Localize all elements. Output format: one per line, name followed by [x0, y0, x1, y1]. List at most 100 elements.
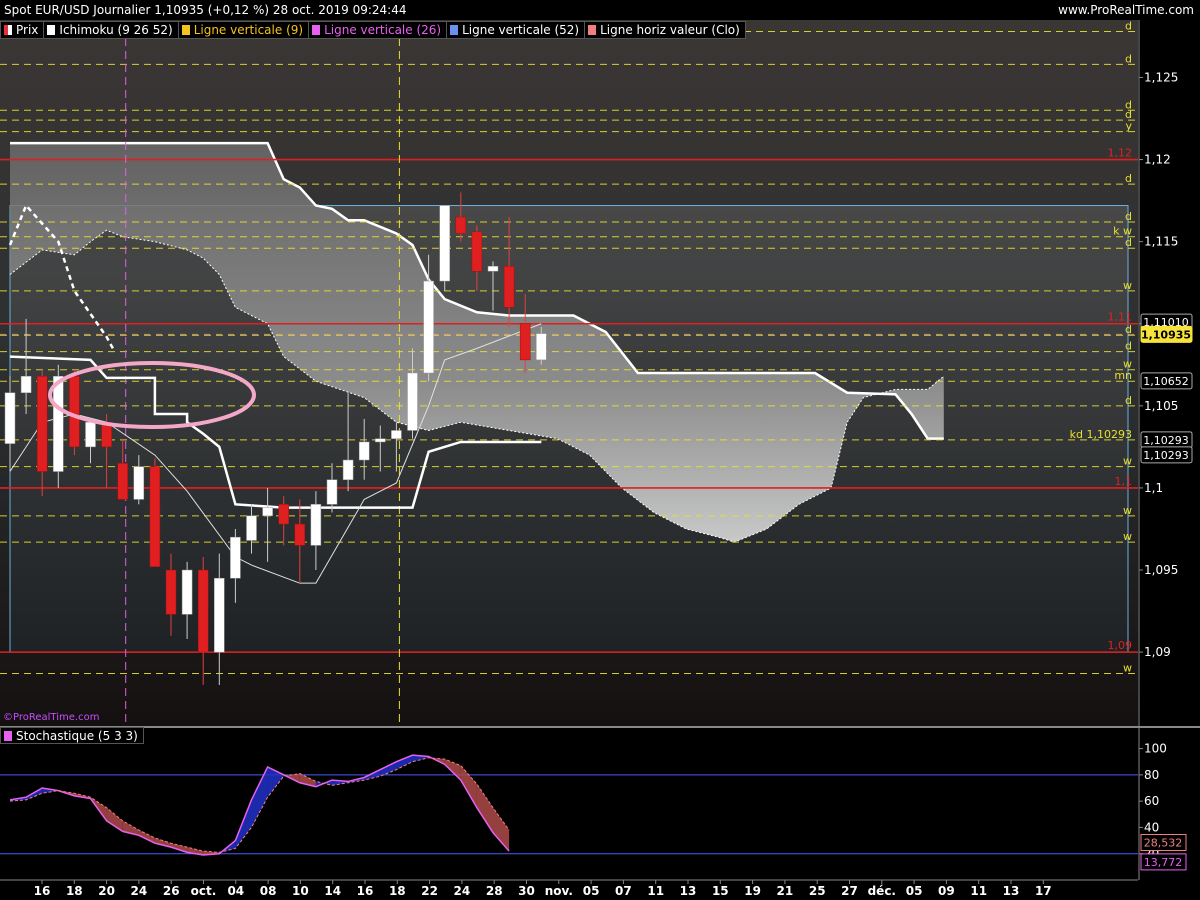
- stoch-tag-label: 28,532: [1144, 837, 1183, 850]
- x-tick-label: 13: [1003, 884, 1020, 898]
- vline9-swatch-icon: [181, 25, 190, 35]
- candle-body: [358, 441, 370, 461]
- yellow-level-label: d: [1125, 394, 1132, 407]
- yellow-level-label: kd 1,10293: [1070, 428, 1132, 441]
- ichimoku-swatch-icon: [47, 25, 56, 35]
- candle-body: [503, 266, 515, 308]
- legend-vline-26[interactable]: Ligne verticale (26): [309, 21, 448, 39]
- price-tick-label: 1,095: [1144, 563, 1178, 577]
- yellow-level-label: w: [1123, 504, 1132, 517]
- candle-body: [536, 333, 547, 361]
- candle-body: [455, 216, 467, 234]
- candle-body: [197, 569, 209, 653]
- price-tag-label: 1,10293: [1143, 449, 1189, 462]
- stoch-tick-label: 40: [1144, 820, 1159, 834]
- candle-body: [278, 504, 289, 525]
- legend-label: Ligne verticale (26): [324, 23, 442, 37]
- legend-ichimoku[interactable]: Ichimoku (9 26 52): [44, 21, 179, 39]
- yellow-level-label: d: [1125, 210, 1132, 223]
- candle-body: [4, 392, 16, 444]
- x-tick-label: 18: [389, 884, 406, 898]
- yellow-level-label: d: [1125, 52, 1132, 65]
- legend-label: Stochastique (5 3 3): [16, 728, 138, 743]
- legend-prix[interactable]: Prix: [0, 21, 45, 39]
- price-tag-label: 1,10293: [1143, 434, 1189, 447]
- vline52-swatch-icon: [450, 25, 459, 35]
- yellow-level-label: d: [1125, 19, 1132, 32]
- yellow-level-label: d: [1125, 236, 1132, 249]
- candle-body: [69, 376, 80, 448]
- legend-label: Prix: [16, 23, 39, 37]
- yellow-level-label: y: [1125, 120, 1132, 133]
- candle-body: [423, 280, 434, 374]
- x-tick-label: 30: [518, 884, 535, 898]
- x-tick-label: 28: [486, 884, 503, 898]
- stoch-tick-label: 100: [1144, 742, 1167, 756]
- x-tick-label: 05: [583, 884, 600, 898]
- x-tick-label: 20: [98, 884, 115, 898]
- yellow-level-label: d: [1125, 172, 1132, 185]
- candle-body: [85, 422, 96, 448]
- chart-canvas[interactable]: ddddyddk wdwddwmndkd 1,10293wwwwmn1,121,…: [0, 0, 1200, 900]
- yellow-level-label: mn: [1114, 369, 1132, 382]
- stoch-tag-label: 13,772: [1144, 856, 1183, 869]
- legend-vline-52[interactable]: Ligne verticale (52): [447, 21, 586, 39]
- red-level-label: 1,11: [1108, 311, 1133, 324]
- stoch-swatch-icon: [4, 730, 12, 741]
- red-level-label: 1,09: [1108, 639, 1133, 652]
- candle-body: [326, 479, 338, 505]
- x-tick-label: 18: [66, 884, 83, 898]
- horiz-swatch-icon: [588, 25, 597, 35]
- candle-body: [310, 504, 322, 546]
- candle-body: [20, 376, 32, 393]
- indicator-legend: Prix Ichimoku (9 26 52) Ligne verticale …: [0, 21, 746, 39]
- x-tick-label: 24: [454, 884, 471, 898]
- x-tick-label: 19: [744, 884, 761, 898]
- price-tick-label: 1,115: [1144, 235, 1178, 249]
- x-tick-label: 17: [1035, 884, 1052, 898]
- x-axis-background: [0, 880, 1200, 900]
- candle-body: [342, 459, 354, 480]
- x-tick-label: 08: [260, 884, 277, 898]
- stoch-tick-label: 60: [1144, 794, 1159, 808]
- header-bar: Spot EUR/USD Journalier 1,10935 (+0,12 %…: [0, 0, 1200, 20]
- brand-link[interactable]: www.ProRealTime.com: [1058, 0, 1194, 20]
- x-tick-label: 24: [131, 884, 148, 898]
- red-level-label: 1,1: [1115, 475, 1133, 488]
- candle-body: [214, 577, 225, 653]
- x-tick-label: 11: [647, 884, 664, 898]
- x-tick-label: 04: [227, 884, 244, 898]
- stoch-tick-label: 80: [1144, 768, 1159, 782]
- legend-vline-9[interactable]: Ligne verticale (9): [178, 21, 310, 39]
- price-tick-label: 1,12: [1144, 153, 1171, 167]
- candle-body: [487, 266, 499, 272]
- candle-body: [165, 569, 177, 615]
- candle-body: [53, 376, 64, 472]
- legend-stochastic[interactable]: Stochastique (5 3 3): [0, 727, 144, 744]
- x-tick-label: 11: [970, 884, 987, 898]
- candle-body: [117, 463, 128, 500]
- x-tick-label: 13: [680, 884, 697, 898]
- x-tick-label: 27: [841, 884, 858, 898]
- chart-title: Spot EUR/USD Journalier 1,10935 (+0,12 %…: [4, 3, 407, 17]
- x-tick-label: 05: [906, 884, 923, 898]
- x-tick-label: 22: [421, 884, 438, 898]
- candle-body: [246, 515, 257, 541]
- watermark: ©ProRealTime.com: [3, 712, 100, 723]
- stoch-panel-background: [0, 728, 1138, 880]
- x-tick-label: 16: [357, 884, 374, 898]
- legend-label: Ichimoku (9 26 52): [59, 23, 173, 37]
- candle-body: [294, 523, 306, 546]
- legend-label: Ligne horiz valeur (Clo): [600, 23, 740, 37]
- price-tick-label: 1,1: [1144, 481, 1163, 495]
- x-tick-label: 07: [615, 884, 632, 898]
- x-tick-label: 15: [712, 884, 729, 898]
- legend-horiz-value[interactable]: Ligne horiz valeur (Clo): [585, 21, 746, 39]
- yellow-level-label: w: [1123, 661, 1132, 674]
- yellow-level-label: w: [1123, 530, 1132, 543]
- price-tick-label: 1,09: [1144, 645, 1171, 659]
- x-tick-label: 09: [938, 884, 955, 898]
- panel-separator: [0, 726, 1200, 728]
- price-tag-label: 1,10935: [1141, 328, 1191, 341]
- candle-body: [181, 569, 193, 615]
